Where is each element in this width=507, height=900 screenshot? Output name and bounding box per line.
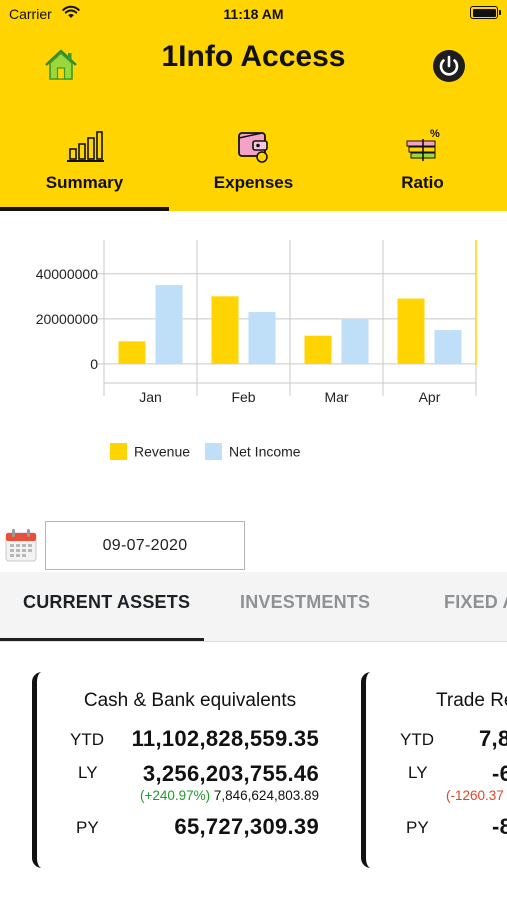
battery-icon [470,6,501,19]
tab-fixed-assets[interactable]: FIXED A [444,592,507,613]
bar-chart: 0 20000000 40000000 Jan Feb Mar Apr [36,240,477,405]
ly-label: LY [408,763,428,782]
revenue-income-chart: 0 20000000 40000000 Jan Feb Mar Apr Revenue Ne… [0,230,507,480]
legend-item-revenue: Revenue [110,442,190,460]
ytd-label: YTD [400,730,434,749]
tab-expenses[interactable]: Expenses [169,121,338,211]
date-field[interactable]: 09-07-2020 [45,521,245,570]
py-value: -8 [492,814,507,839]
tab-summary-label: Summary [45,173,124,192]
legend-label: Net Income [229,443,301,460]
ly-label: LY [78,763,98,782]
ly-comparison: (+240.97%) 7,846,624,803.89 [140,788,319,803]
tab-expenses-label: Expenses [213,173,294,192]
y-tick-label: 40000000 [36,266,99,282]
main-tabs: Summary Expenses % Ratio [0,121,507,211]
legend-label: Revenue [134,443,191,460]
asset-category-tabs: CURRENT ASSETS INVESTMENTS FIXED A [0,572,507,642]
ly-value: 3,256,203,755.46 [142,761,319,786]
ratio-percent-icon: % [406,128,440,161]
asset-cards: Cash & Bank equivalents YTD 11,102,828,5… [0,672,507,872]
y-tick-label: 20000000 [36,311,99,327]
clock-time: 11:18 AM [223,6,284,22]
legend-item-net-income: Net Income [205,442,301,460]
tab-ratio-label: Ratio [401,173,444,192]
calendar-icon[interactable] [5,528,37,562]
x-tick-label: Apr [419,389,441,405]
active-section-indicator [0,638,204,641]
x-tick-label: Feb [231,389,255,405]
card-title: Trade Re [436,690,507,711]
x-tick-label: Jan [139,389,162,405]
ly-value: -6 [492,761,507,786]
card-title: Cash & Bank equivalents [83,690,297,711]
bar-revenue [211,296,239,364]
x-tick-label: Mar [324,389,348,405]
bar-net-income [434,330,462,364]
ly-change-percent: (+240.97%) [139,788,211,803]
power-icon[interactable] [432,49,466,83]
legend-swatch-net-income [205,442,222,460]
tab-ratio[interactable]: % Ratio [338,121,507,211]
tab-current-assets[interactable]: CURRENT ASSETS [23,592,190,613]
app-title: 1Info Access [161,40,346,73]
bar-net-income [248,312,276,364]
wallet-icon [237,132,268,163]
ytd-value: 11,102,828,559.35 [131,726,319,751]
status-bar: Carrier 11:18 AM [0,0,507,26]
active-tab-indicator [0,207,169,211]
asset-card[interactable]: Cash & Bank equivalents YTD 11,102,828,5… [32,672,332,868]
ly-change-percent: (-1260.37 [446,788,504,803]
tab-summary[interactable]: Summary [0,121,169,211]
ytd-value: 7,8 [479,726,507,751]
bar-net-income [341,318,369,364]
app-header: 1Info Access Summary Expenses % Ratio [0,26,507,211]
bar-revenue [118,341,146,364]
bar-chart-icon [66,131,104,162]
ly-compare-value: 7,846,624,803.89 [213,788,319,803]
bar-revenue [304,335,332,364]
svg-text:%: % [430,128,440,140]
bar-revenue [397,298,425,364]
ly-comparison: (-1260.37 [446,788,504,803]
legend-swatch-revenue [110,442,127,460]
asset-card[interactable]: Trade Re YTD 7,8 LY -6 (-1260.37 PY -8 [361,672,507,868]
y-tick-label: 0 [90,356,98,372]
bar-net-income [155,285,183,364]
py-label: PY [406,818,429,837]
tab-investments[interactable]: INVESTMENTS [240,592,370,613]
py-label: PY [76,818,99,837]
py-value: 65,727,309.39 [174,814,319,839]
ytd-label: YTD [70,730,104,749]
